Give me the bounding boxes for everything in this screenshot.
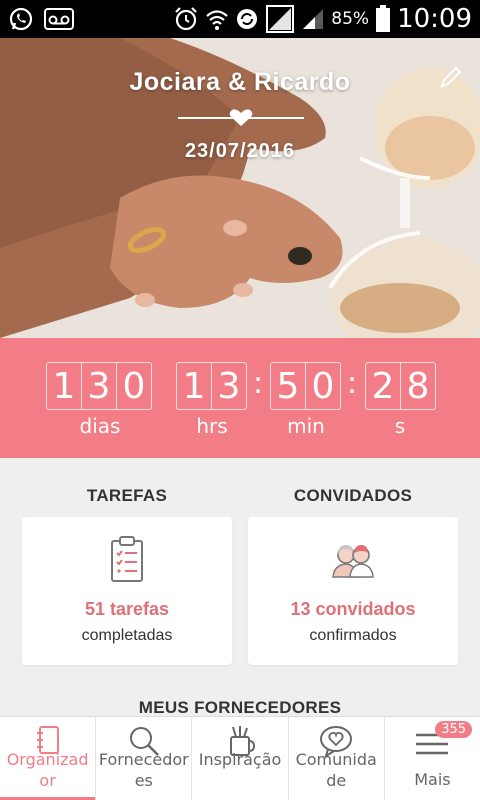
hours-label: hrs (196, 414, 228, 438)
no-sim-icon (265, 4, 295, 34)
digit: 3 (81, 362, 117, 410)
nav-label: Organizad or (6, 750, 89, 790)
countdown-panel: 1 3 0 1 3 : 5 0 : 2 8 dias hrs min s (0, 338, 480, 458)
guests-card[interactable]: 13 convidados confirmados (248, 517, 458, 665)
couple-hero-banner[interactable]: Jociara & Ricardo 23/07/2016 (0, 38, 480, 338)
status-bar: 85% 10:09 (0, 0, 480, 38)
days-label: dias (79, 414, 121, 438)
guests-icon (332, 545, 374, 578)
tasks-card[interactable]: 51 tarefas completadas (22, 517, 232, 665)
battery-icon (375, 5, 391, 33)
tasks-section-title: TAREFAS (86, 486, 168, 505)
nav-label: Mais (414, 770, 451, 789)
heart-icon (178, 109, 304, 126)
couple-names: Jociara & Ricardo (129, 68, 351, 96)
guests-sub: confirmados (309, 627, 397, 644)
days-digits: 1 3 0 (46, 362, 152, 410)
signal-icon (301, 7, 325, 31)
nav-inspiracao[interactable]: Inspiração (192, 717, 289, 800)
digit: 1 (176, 362, 212, 410)
nav-fornecedores[interactable]: Fornecedor es (96, 717, 193, 800)
digit: 0 (305, 362, 341, 410)
digit: 1 (46, 362, 82, 410)
checklist-icon (111, 536, 143, 582)
minutes-digits: 5 0 (270, 362, 341, 410)
clock: 10:09 (397, 4, 472, 34)
wifi-icon (205, 7, 229, 31)
digit: 3 (211, 362, 247, 410)
wedding-date: 23/07/2016 (184, 140, 296, 162)
guests-count: 13 convidados (290, 599, 416, 619)
alarm-icon (173, 6, 199, 32)
seconds-digits: 2 8 (365, 362, 436, 410)
pencil-icon[interactable] (438, 64, 464, 90)
nav-label: Inspiração (198, 750, 282, 769)
separator: : (347, 366, 358, 401)
digit: 0 (116, 362, 152, 410)
nav-label: Fornecedor es (98, 750, 189, 790)
voicemail-icon (44, 8, 74, 30)
nav-comunidade[interactable]: Comunida de (289, 717, 385, 800)
suppliers-section-title: MEUS FORNECEDORES (138, 698, 342, 717)
nav-mais[interactable]: 355 Mais (385, 717, 480, 800)
bottom-navigation: Organizad or Fornecedor es Inspiração Co… (0, 716, 480, 800)
tasks-count: 51 tarefas (84, 599, 170, 619)
minutes-label: min (287, 414, 325, 438)
whatsapp-icon (8, 6, 34, 32)
separator: : (253, 366, 264, 401)
digit: 5 (270, 362, 306, 410)
battery-percent: 85% (331, 9, 370, 29)
guests-section-title: CONVIDADOS (293, 486, 413, 505)
tasks-sub: completadas (81, 627, 173, 644)
notification-badge: 355 (435, 721, 473, 738)
digit: 2 (365, 362, 401, 410)
nav-organizador[interactable]: Organizad or (0, 717, 97, 800)
seconds-label: s (394, 414, 406, 438)
digit: 8 (400, 362, 436, 410)
sync-icon (235, 7, 259, 31)
hours-digits: 1 3 (176, 362, 247, 410)
nav-label: Comunida de (295, 750, 377, 790)
